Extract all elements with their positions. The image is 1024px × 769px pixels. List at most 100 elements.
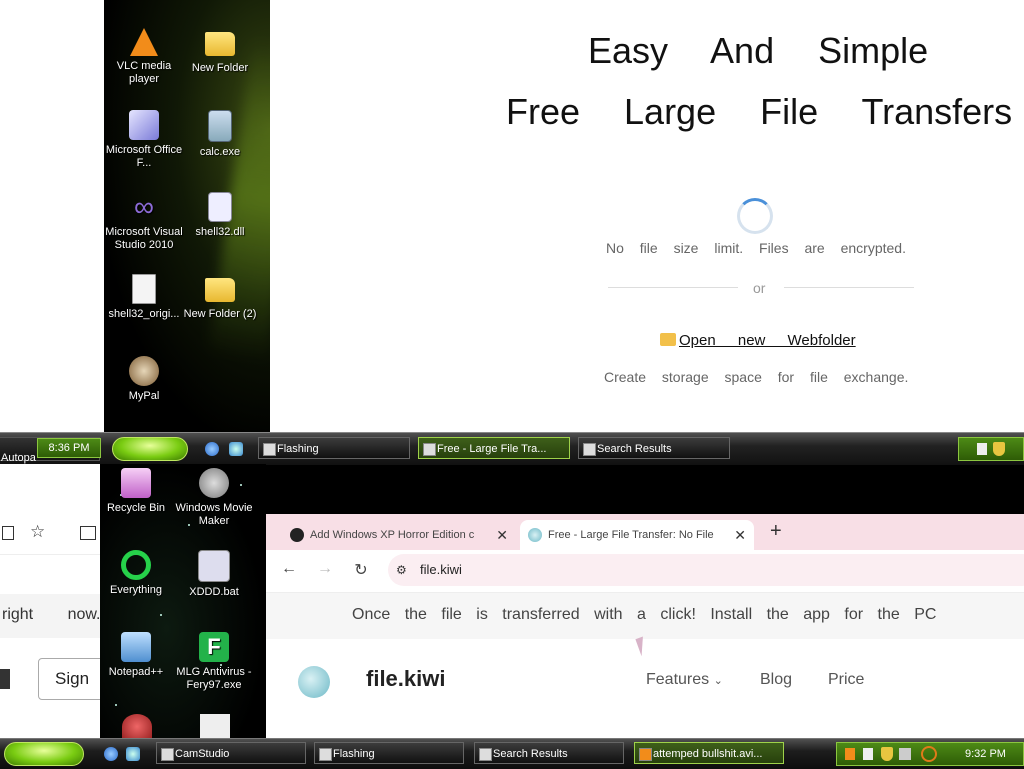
marquee-fragment-text: right now. bbox=[2, 606, 100, 623]
browser-toolbar: ← → ↻ ⚙ file.kiwi bbox=[266, 550, 1024, 593]
calculator-icon bbox=[208, 110, 232, 142]
desktop-icon-mypal[interactable]: MyPal bbox=[104, 356, 184, 403]
notepad-icon bbox=[121, 632, 151, 662]
new-tab-button[interactable]: + bbox=[770, 520, 782, 543]
start-button-top[interactable] bbox=[112, 437, 188, 461]
network-icon[interactable] bbox=[899, 748, 911, 760]
taskbar-button-free-large-file[interactable]: Free - Large File Tra... bbox=[418, 437, 570, 459]
desktop-icon-mlg-antivirus[interactable]: F MLG Antivirus - Fery97.exe bbox=[174, 632, 254, 692]
taskbar-button-camstudio[interactable]: CamStudio bbox=[156, 742, 306, 764]
window-icon bbox=[161, 748, 174, 761]
start-button-bottom[interactable] bbox=[4, 742, 84, 766]
shield-icon[interactable] bbox=[881, 747, 893, 761]
office-icon bbox=[129, 110, 159, 140]
sign-in-button[interactable]: Sign bbox=[38, 658, 100, 700]
internet-explorer-icon[interactable] bbox=[104, 747, 118, 761]
desktop-icon-office[interactable]: Microsoft Office F... bbox=[104, 110, 184, 170]
search-icon bbox=[583, 443, 596, 456]
desktop-icon-shell32-dll[interactable]: shell32.dll bbox=[180, 192, 260, 239]
desktop-icon-visual-studio[interactable]: ∞ Microsoft Visual Studio 2010 bbox=[104, 192, 184, 252]
bat-file-icon bbox=[198, 550, 230, 582]
desktop-icon-everything[interactable]: Everything bbox=[100, 550, 176, 597]
partial-icon[interactable] bbox=[200, 714, 230, 739]
taskbar-top: Autopa 8:36 PM Flashing Free - Large Fil… bbox=[0, 432, 1024, 465]
internet-explorer-icon[interactable] bbox=[205, 442, 219, 456]
taskbar-button-flashing[interactable]: Flashing bbox=[314, 742, 464, 764]
desktop-icon-shell32-original[interactable]: shell32_origi... bbox=[104, 274, 184, 321]
page-icon[interactable] bbox=[2, 526, 14, 540]
open-webfolder-link[interactable]: Open new Webfolder bbox=[660, 332, 856, 349]
address-bar[interactable] bbox=[388, 554, 1024, 586]
vlc-icon bbox=[130, 28, 158, 56]
tray-icon bbox=[977, 443, 987, 455]
browser-tab-strip: Add Windows XP Horror Edition c ✕ Free -… bbox=[266, 514, 1024, 550]
headline-line-2: Free Large File Transfers bbox=[506, 91, 1013, 132]
taskbar-button-avi-file[interactable]: attemped bullshit.avi... bbox=[634, 742, 784, 764]
desktop-icon-xddd-bat[interactable]: XDDD.bat bbox=[174, 550, 254, 599]
folder-icon bbox=[205, 32, 235, 56]
tab-filekiwi[interactable]: Free - Large File Transfer: No File ✕ bbox=[520, 520, 754, 550]
show-desktop-icon[interactable] bbox=[229, 442, 243, 456]
window-icon bbox=[263, 443, 276, 456]
antivirus-icon: F bbox=[199, 632, 229, 662]
back-icon[interactable]: ← bbox=[278, 560, 300, 578]
desktop-icon-new-folder[interactable]: New Folder bbox=[180, 28, 260, 75]
visual-studio-icon: ∞ bbox=[134, 191, 154, 222]
forward-icon[interactable]: → bbox=[314, 560, 336, 578]
everything-icon bbox=[121, 550, 151, 580]
desktop-icon-vlc[interactable]: VLC media player bbox=[104, 28, 184, 86]
taskbar-top-left-fragment: Autopa 8:36 PM bbox=[0, 437, 101, 464]
brand-name[interactable]: file.kiwi bbox=[366, 666, 445, 692]
desktop-area-top: VLC media player New Folder Microsoft Of… bbox=[104, 0, 270, 432]
filekiwi-landing-top: Easy And Simple Free Large File Transfer… bbox=[270, 0, 1024, 432]
folder-icon bbox=[205, 278, 235, 302]
background-browser-fragment: ☆ right now. Sign bbox=[0, 464, 100, 739]
desktop-area-bottom: Recycle Bin Windows Movie Maker Everythi… bbox=[100, 464, 266, 739]
filekiwi-icon bbox=[528, 528, 542, 542]
desktop-icon-movie-maker[interactable]: Windows Movie Maker bbox=[174, 468, 254, 528]
close-icon[interactable]: ✕ bbox=[496, 520, 508, 550]
taskbar-button-search-results[interactable]: Search Results bbox=[578, 437, 730, 459]
site-info-icon[interactable]: ⚙ bbox=[396, 563, 407, 577]
desktop-icon-new-folder-2[interactable]: New Folder (2) bbox=[180, 274, 260, 321]
tray-icon[interactable] bbox=[863, 748, 873, 760]
movie-maker-icon bbox=[199, 468, 229, 498]
clock-top: 8:36 PM bbox=[37, 438, 101, 458]
dll-file-icon bbox=[208, 192, 232, 222]
clock-bottom: 9:32 PM bbox=[965, 748, 1006, 760]
nav-price[interactable]: Price bbox=[828, 671, 864, 689]
search-icon[interactable] bbox=[921, 746, 937, 762]
mypal-icon bbox=[129, 356, 159, 386]
url-text[interactable]: file.kiwi bbox=[420, 562, 462, 577]
show-desktop-icon[interactable] bbox=[126, 747, 140, 761]
tab-github[interactable]: Add Windows XP Horror Edition c ✕ bbox=[282, 520, 516, 550]
nav-features[interactable]: Features ⌄ bbox=[646, 671, 723, 689]
reload-icon[interactable]: ↻ bbox=[350, 560, 372, 580]
system-tray-bottom: 9:32 PM bbox=[836, 742, 1024, 766]
browser-icon bbox=[423, 443, 436, 456]
bookmark-star-icon[interactable]: ☆ bbox=[30, 522, 45, 542]
desktop-icon-recycle-bin[interactable]: Recycle Bin bbox=[100, 468, 176, 515]
partial-icon[interactable] bbox=[122, 714, 152, 739]
desktop-icon-notepad-plus-plus[interactable]: Notepad++ bbox=[100, 632, 176, 679]
translate-icon[interactable] bbox=[0, 669, 10, 689]
github-icon bbox=[290, 528, 304, 542]
desktop-icon-calc[interactable]: calc.exe bbox=[180, 110, 260, 159]
system-tray-top bbox=[958, 437, 1024, 461]
folder-icon bbox=[660, 333, 676, 346]
background-window-left bbox=[0, 0, 104, 435]
filekiwi-logo-icon[interactable] bbox=[298, 666, 330, 698]
vlc-tray-icon[interactable] bbox=[845, 748, 855, 760]
close-icon[interactable]: ✕ bbox=[730, 520, 746, 550]
extensions-icon[interactable] bbox=[80, 526, 96, 540]
divider-right bbox=[784, 287, 914, 288]
window-icon bbox=[319, 748, 332, 761]
storage-subtext: Create storage space for file exchange. bbox=[604, 369, 909, 385]
taskbar-button-search-results[interactable]: Search Results bbox=[474, 742, 624, 764]
taskbar-bottom: CamStudio Flashing Search Results attemp… bbox=[0, 738, 1024, 769]
vlc-icon bbox=[639, 748, 652, 761]
nav-blog[interactable]: Blog bbox=[760, 671, 792, 689]
taskbar-button-flashing[interactable]: Flashing bbox=[258, 437, 410, 459]
chevron-down-icon: ⌄ bbox=[713, 675, 723, 687]
marquee-banner: Once the file is transferred with a clic… bbox=[266, 593, 1024, 639]
